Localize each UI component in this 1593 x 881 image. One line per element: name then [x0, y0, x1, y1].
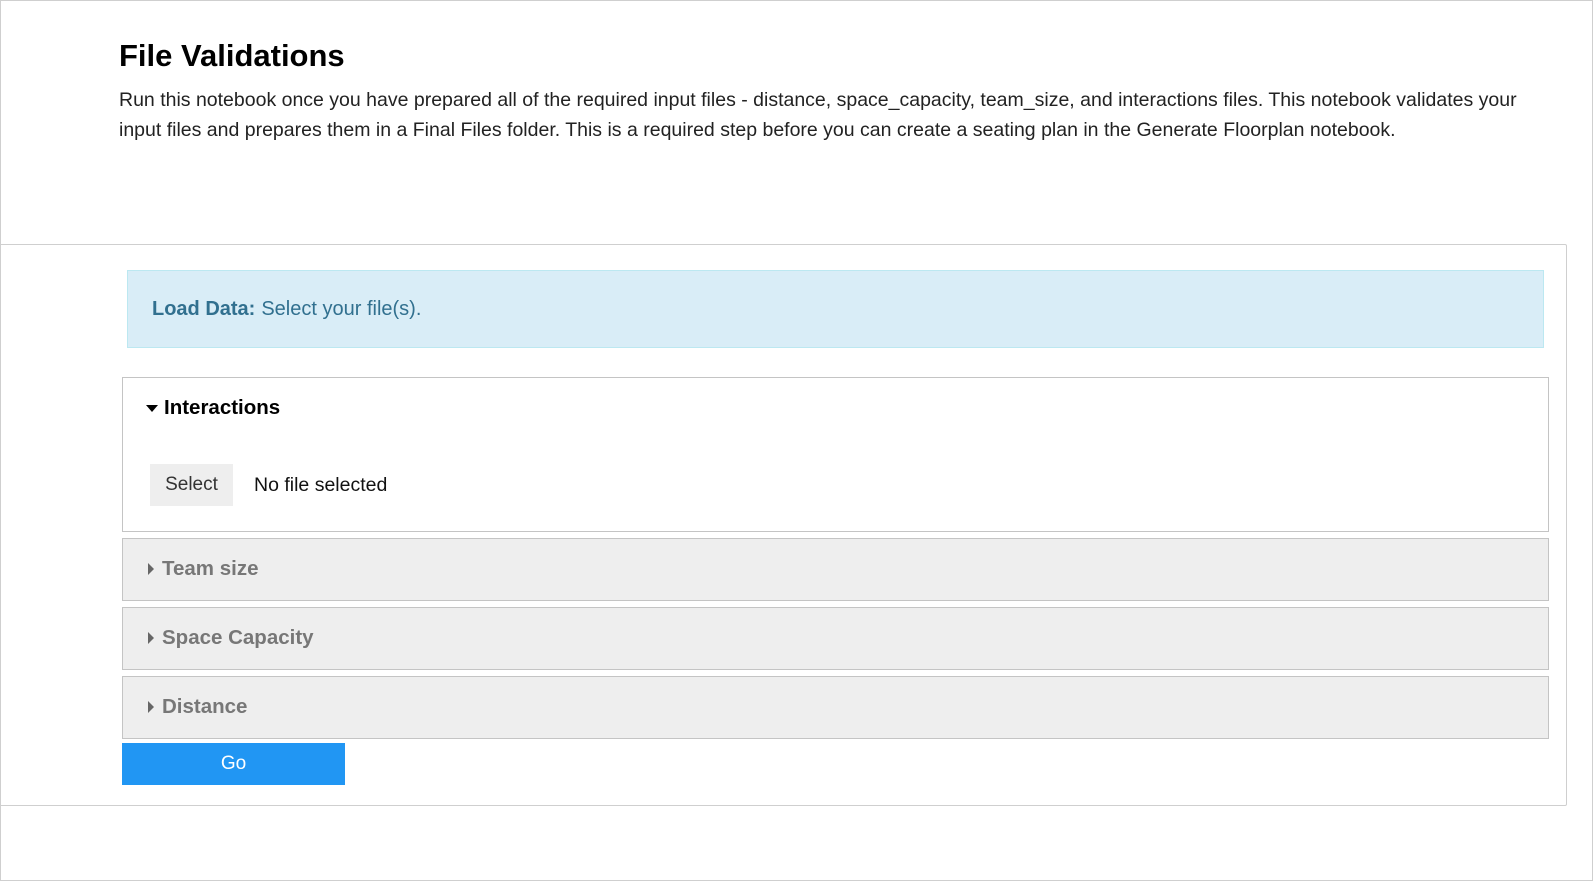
file-status-text: No file selected: [254, 473, 388, 496]
accordion-title: Interactions: [164, 396, 281, 419]
caret-right-icon: [148, 701, 154, 713]
alert-message: Select your file(s).: [261, 297, 422, 320]
accordion-interactions: Interactions Select No file selected: [122, 377, 1549, 532]
accordion-title: Team size: [162, 557, 259, 580]
accordion-header-distance[interactable]: Distance: [146, 677, 247, 737]
caret-down-icon: [146, 404, 158, 412]
accordion-space-capacity[interactable]: Space Capacity: [122, 607, 1549, 670]
caret-right-icon: [148, 563, 154, 575]
caret-right-icon: [148, 632, 154, 644]
notebook-header: File Validations Run this notebook once …: [119, 36, 1539, 145]
load-data-alert: Load Data: Select your file(s).: [127, 270, 1544, 348]
page-description: Run this notebook once you have prepared…: [119, 89, 1517, 141]
accordion-header-team-size[interactable]: Team size: [146, 539, 258, 599]
accordion-distance[interactable]: Distance: [122, 676, 1549, 739]
accordion-header-space-capacity[interactable]: Space Capacity: [146, 608, 314, 668]
go-button[interactable]: Go: [122, 743, 345, 785]
file-upload-row: Select No file selected: [150, 464, 387, 506]
accordion-header-interactions[interactable]: Interactions: [146, 378, 280, 438]
alert-label: Load Data:: [152, 297, 256, 320]
accordion-team-size[interactable]: Team size: [122, 538, 1549, 601]
page-title: File Validations: [119, 38, 345, 73]
select-file-button[interactable]: Select: [150, 464, 233, 506]
accordion-title: Distance: [162, 695, 248, 718]
accordion-title: Space Capacity: [162, 626, 314, 649]
